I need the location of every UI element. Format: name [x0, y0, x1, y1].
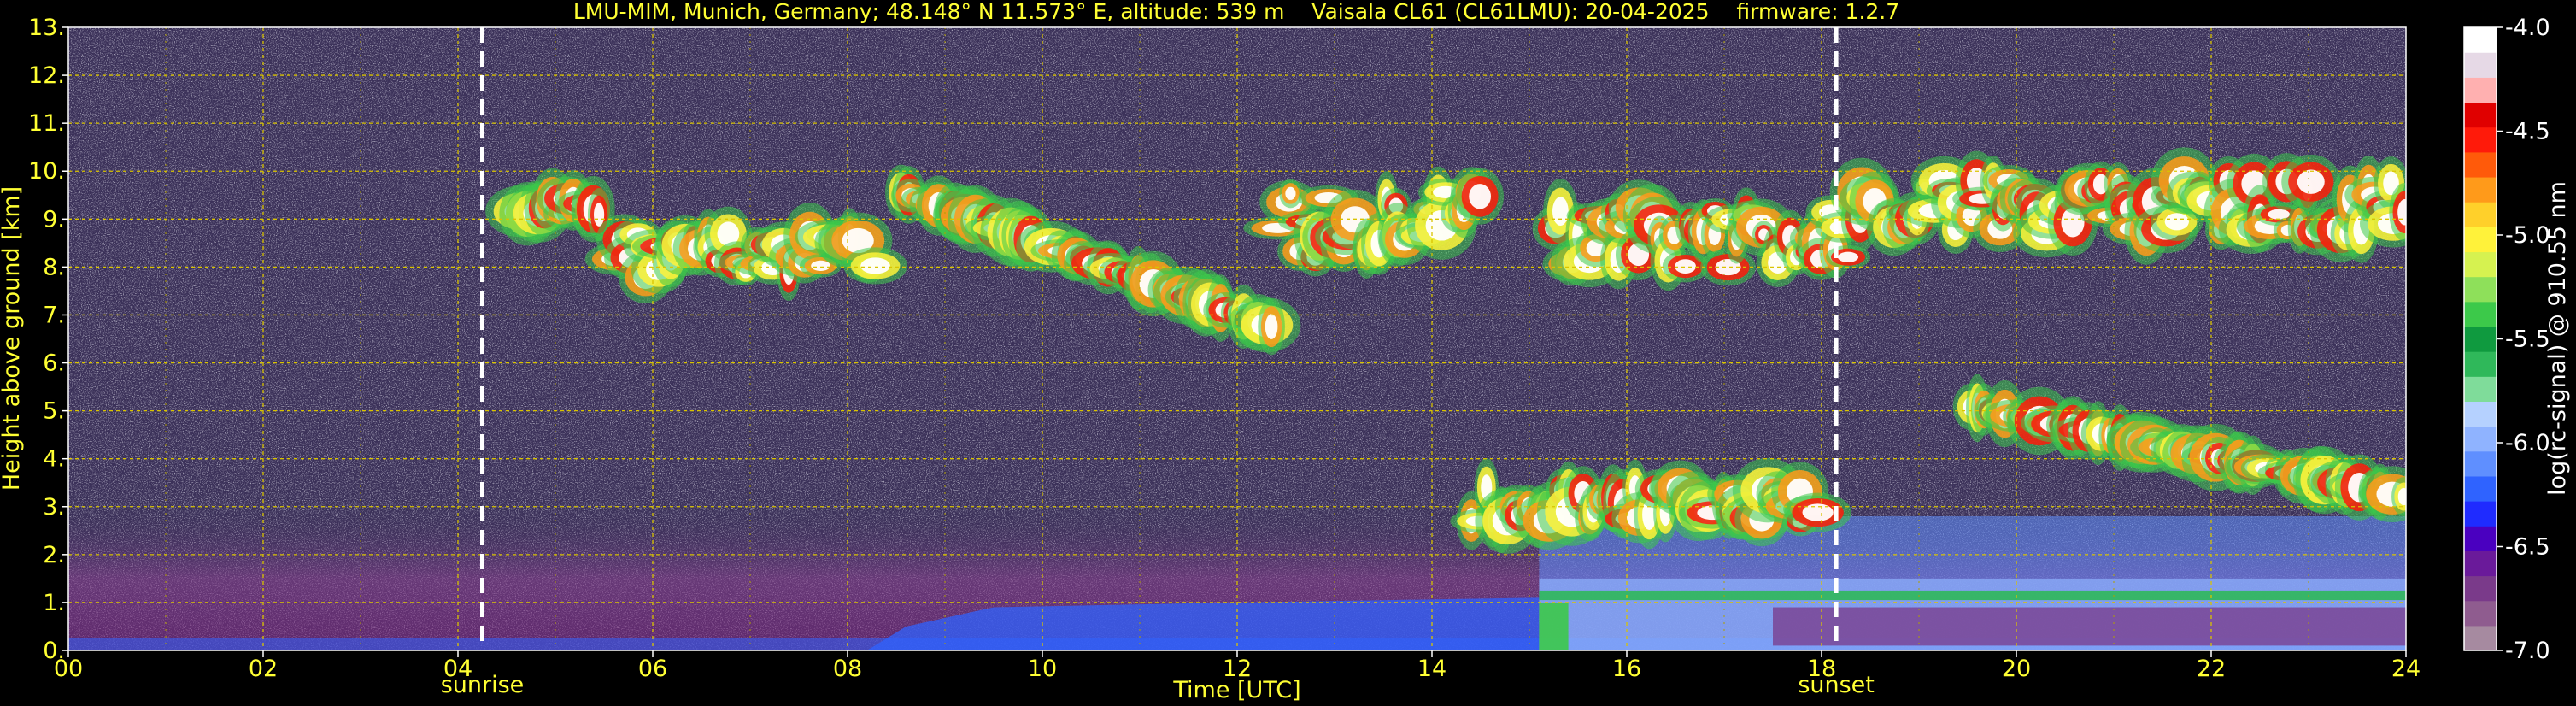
x-tick-label: 10	[1028, 656, 1057, 682]
x-tick-label: 22	[2197, 656, 2226, 682]
colorbar-swatch	[2464, 202, 2497, 227]
y-axis-label: Height above ground [km]	[0, 186, 25, 491]
x-tick-label: 16	[1612, 656, 1641, 682]
colorbar-swatch	[2464, 77, 2497, 103]
x-tick-label: 14	[1417, 656, 1446, 682]
colorbar-tick-label: -4.0	[2505, 15, 2550, 41]
cloud-core	[1469, 184, 1492, 209]
colorbar-swatch	[2464, 326, 2497, 352]
colorbar-swatch	[2464, 401, 2497, 427]
x-tick-label: 04	[443, 656, 472, 682]
y-tick-label: 12.	[28, 62, 65, 89]
y-tick-label: 10.	[28, 158, 65, 185]
cloud-core	[2297, 169, 2325, 194]
cloud-core	[1285, 186, 1296, 200]
y-tick-label: 1.	[43, 590, 65, 616]
colorbar-swatch	[2464, 251, 2497, 278]
heatmap-field	[68, 27, 2406, 650]
colorbar-swatch	[2464, 475, 2497, 502]
colorbar-swatch	[2464, 276, 2497, 303]
colorbar-swatch	[2464, 376, 2497, 402]
colorbar-tick-label: -5.0	[2505, 222, 2550, 249]
night-surface-layer	[1773, 607, 2406, 646]
colorbar-swatch	[2464, 526, 2497, 551]
x-tick-label: 06	[638, 656, 667, 682]
colorbar-swatch	[2464, 301, 2497, 327]
colorbar-swatch	[2464, 151, 2497, 178]
y-tick-label: 7.	[43, 302, 65, 328]
cloud-core	[1552, 197, 1569, 227]
colorbar-swatch	[2464, 625, 2497, 651]
y-tick-label: 13.	[28, 15, 65, 41]
x-tick-label: 20	[2002, 656, 2031, 682]
colorbar-swatch	[2464, 550, 2497, 577]
convective-plume	[1539, 602, 1569, 650]
boundary-layer-top	[1539, 590, 2406, 601]
colorbar-swatch	[2464, 450, 2497, 477]
y-tick-label: 2.	[43, 542, 65, 568]
colorbar-swatch	[2464, 126, 2497, 153]
x-tick-label: 24	[2391, 656, 2421, 682]
x-tick-label: 18	[1807, 656, 1836, 682]
colorbar-swatch	[2464, 426, 2497, 452]
colorbar-tick-label: -7.0	[2505, 638, 2550, 664]
colorbar-tick-label: -6.0	[2505, 430, 2550, 456]
colorbar-swatch	[2464, 501, 2497, 527]
cloud-core	[811, 260, 830, 272]
cloud-core	[1675, 259, 1696, 274]
colorbar-swatch	[2464, 600, 2497, 627]
y-tick-label: 0.	[43, 638, 65, 664]
cloud-core	[2397, 199, 2406, 226]
chart-title: LMU-MIM, Munich, Germany; 48.148° N 11.5…	[573, 0, 1899, 24]
y-tick-label: 6.	[43, 350, 65, 377]
y-tick-label: 9.	[43, 206, 65, 232]
colorbar: -4.0 -4.5 -5.0 -5.5 -6.0 -6.5 -7.0	[2463, 15, 2550, 664]
cloud-core	[1265, 314, 1278, 339]
cloud-core	[2164, 213, 2189, 231]
ceilometer-figure: sunrise sunset 00 02 04 06 08 10 12 14 16 18 20 22 24…	[0, 0, 2576, 706]
colorbar-tick-label: -6.5	[2505, 534, 2550, 561]
colorbar-swatch	[2464, 575, 2497, 602]
colorbar-swatch	[2464, 227, 2497, 253]
y-tick-label: 11.	[28, 110, 65, 137]
y-axis-ticks: 0. 1. 2. 3. 4. 5. 6. 7. 8. 9. 10. 11. 12. 13.	[28, 15, 68, 664]
y-tick-label: 8.	[43, 254, 65, 280]
colorbar-swatch	[2464, 27, 2497, 53]
cloud-core	[860, 257, 890, 274]
x-tick-label: 08	[833, 656, 862, 682]
colorbar-swatch	[2464, 102, 2497, 128]
colorbar-tick-label: -4.5	[2505, 119, 2550, 145]
x-axis-label: Time [UTC]	[1172, 677, 1300, 703]
y-tick-label: 3.	[43, 494, 65, 521]
y-tick-label: 5.	[43, 398, 65, 425]
y-tick-label: 4.	[43, 446, 65, 473]
cloud-core	[594, 203, 605, 227]
cloud-core	[2397, 487, 2406, 506]
colorbar-label: log(rc-signal) @ 910.55 nm	[2544, 181, 2571, 496]
x-tick-label: 02	[249, 656, 278, 682]
cloud-core	[1837, 251, 1859, 262]
colorbar-swatch	[2464, 176, 2497, 203]
colorbar-swatch	[2464, 52, 2497, 78]
colorbar-tick-label: -5.5	[2505, 327, 2550, 353]
colorbar-swatch	[2464, 351, 2497, 377]
ceilometer-plot: sunrise sunset 00 02 04 06 08 10 12 14 16 18 20 22 24…	[0, 0, 2571, 703]
